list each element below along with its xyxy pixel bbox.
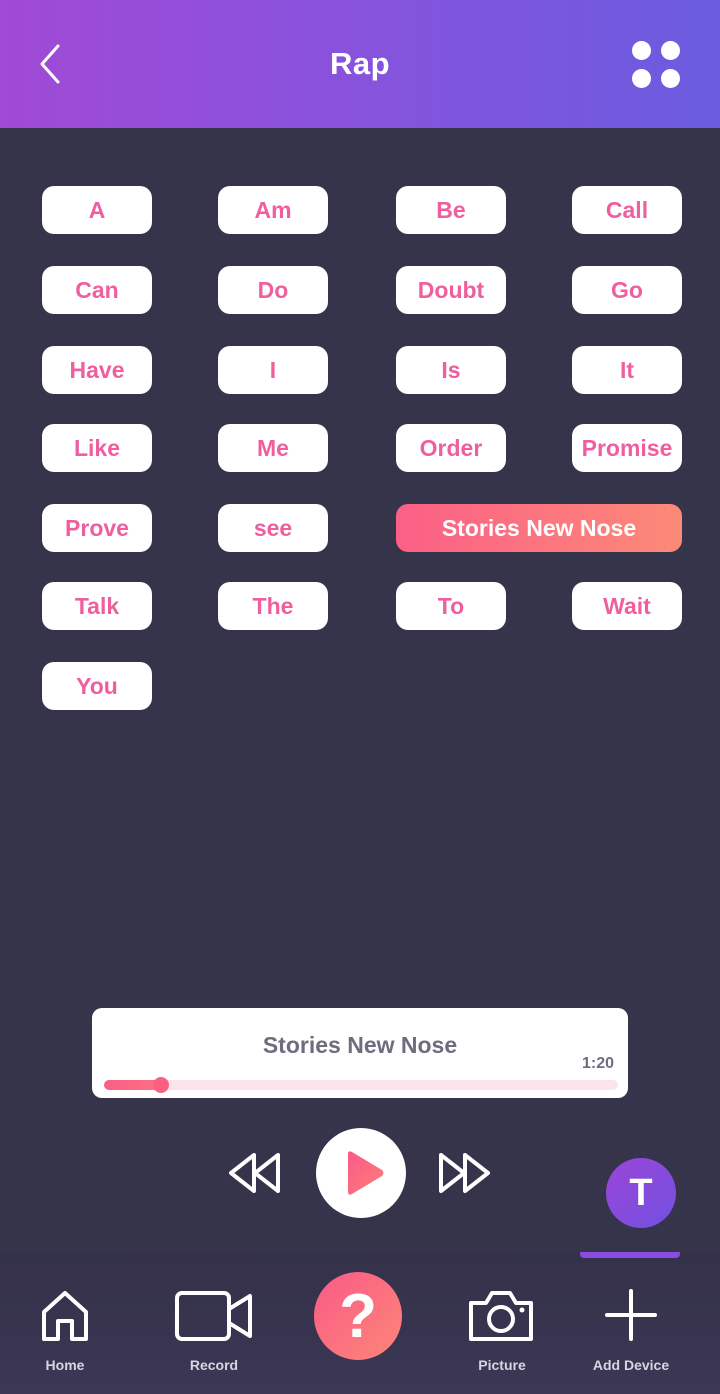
word-chip[interactable]: Doubt [396,266,506,314]
word-chip[interactable]: You [42,662,152,710]
video-camera-icon [175,1291,252,1341]
help-button[interactable]: ? [314,1272,402,1360]
word-chip[interactable]: Wait [572,582,682,630]
word-chip[interactable]: Go [572,266,682,314]
nav-picture[interactable]: Picture [450,1252,554,1394]
word-chip[interactable]: Talk [42,582,152,630]
camera-icon [469,1291,533,1341]
progress-knob[interactable] [152,1077,169,1093]
plus-icon [605,1289,657,1341]
top-header: Rap [0,0,720,128]
track-title: Stories New Nose [262,1032,458,1058]
word-chip[interactable]: Do [218,266,328,314]
fast-forward-button[interactable] [436,1150,494,1196]
word-chip[interactable]: Is [396,346,506,394]
word-chip[interactable]: The [218,582,328,630]
play-icon [348,1151,384,1195]
word-chip[interactable]: Order [396,424,506,472]
word-chip[interactable]: Have [42,346,152,394]
word-chip[interactable]: Call [572,186,682,234]
nav-picture-label: Picture [478,1357,526,1373]
word-chip[interactable]: see [218,504,328,552]
word-chip[interactable]: Stories New Nose [396,504,682,552]
nav-add-device[interactable]: Add Device [580,1252,682,1394]
grid-menu-button[interactable] [628,38,684,92]
nav-add-device-label: Add Device [592,1357,670,1373]
bottom-navigation: Home Record ? Picture Add Device [0,1252,720,1394]
word-chip[interactable]: Like [42,424,152,472]
word-chip[interactable]: Prove [42,504,152,552]
home-icon [42,1291,88,1341]
user-avatar[interactable]: T [606,1158,676,1228]
now-playing-card: Stories New Nose 1:20 [92,1008,628,1098]
nav-home-label: Home [45,1357,85,1373]
word-chip[interactable]: Me [218,424,328,472]
word-chip[interactable]: I [218,346,328,394]
word-chip[interactable]: It [572,346,682,394]
rewind-button[interactable] [226,1150,284,1196]
nav-record[interactable]: Record [160,1252,268,1394]
nav-record-label: Record [189,1357,239,1373]
track-time: 1:20 [581,1055,614,1072]
nav-home[interactable]: Home [14,1252,116,1394]
word-chip[interactable]: Promise [572,424,682,472]
fast-forward-icon [439,1153,490,1193]
word-chip[interactable]: To [396,582,506,630]
play-button[interactable] [316,1128,406,1218]
word-chip[interactable]: A [42,186,152,234]
progress-slider[interactable] [104,1077,618,1093]
word-chip[interactable]: Can [42,266,152,314]
page-title: Rap [329,46,391,81]
rewind-icon [229,1153,280,1193]
word-chip[interactable]: Am [218,186,328,234]
word-chip[interactable]: Be [396,186,506,234]
